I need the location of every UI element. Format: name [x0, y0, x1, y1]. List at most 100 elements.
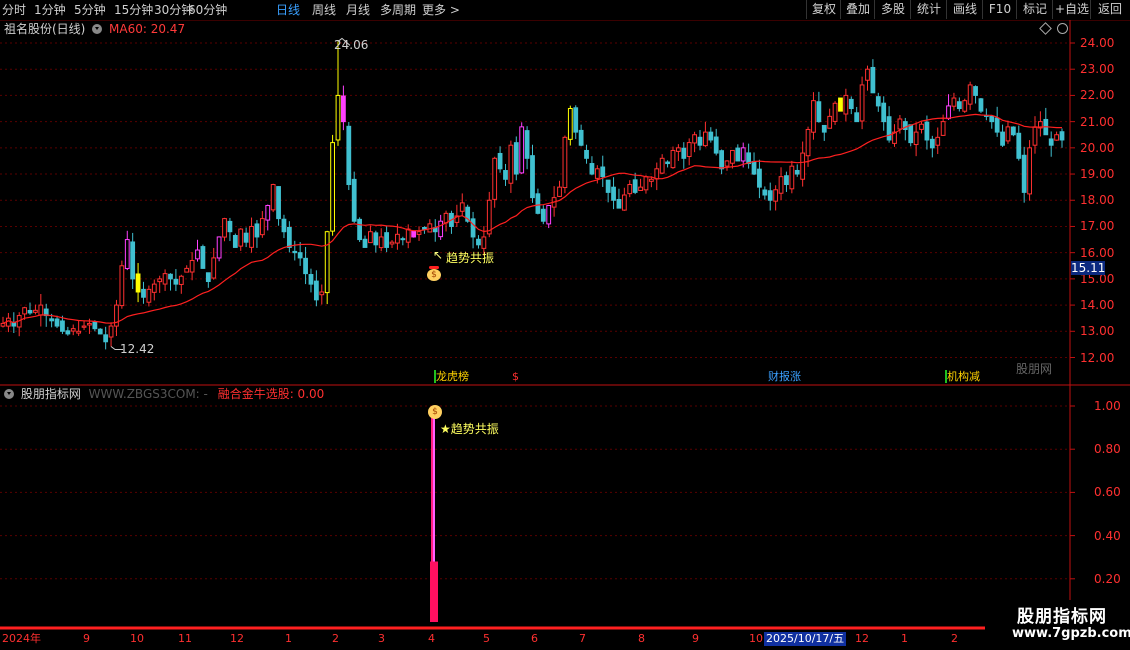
indicator-signal-label: ★趋势共振 — [440, 422, 499, 436]
event-marker-report[interactable]: 财报涨 — [768, 370, 801, 383]
candle-body — [919, 123, 924, 130]
toolbar-button-0[interactable]: 复权 — [806, 0, 841, 19]
candle-body — [476, 238, 481, 246]
candle-body — [773, 189, 779, 202]
ind-y-label-4: 0.20 — [1094, 571, 1121, 586]
candle-body — [503, 170, 508, 180]
candle-body — [956, 101, 962, 110]
tab-timeframe-2[interactable]: 5分钟 — [74, 2, 106, 18]
candle-body — [681, 147, 687, 159]
kline-chart[interactable] — [0, 0, 1130, 650]
candle-body — [697, 136, 703, 146]
indicator-name[interactable]: 股朋指标网 — [21, 387, 81, 401]
candle-body — [103, 334, 109, 343]
candle-body — [173, 278, 179, 285]
candle-body — [119, 265, 125, 307]
candle-body — [886, 116, 892, 141]
candle-body — [692, 134, 697, 144]
diamond-icon[interactable] — [1039, 22, 1052, 35]
tab-timeframe-5[interactable]: 60分钟 — [188, 2, 227, 18]
signal-label: 趋势共振 — [446, 251, 495, 265]
candle-body — [892, 131, 897, 144]
indicator-info-bar: 股朋指标网 WWW.ZBGS3COM: - 融合金牛选股: 0.00 — [4, 385, 324, 403]
x-label-0: 2024年 — [2, 632, 41, 645]
candle-body — [513, 142, 519, 175]
event-marker-dollar[interactable]: $ — [512, 370, 519, 383]
y-label-1: 23.00 — [1080, 62, 1115, 77]
stock-title[interactable]: 祖名股份(日线) — [4, 22, 85, 36]
candle-body — [967, 84, 973, 105]
candle-body — [373, 232, 379, 246]
tab-timeframe-9[interactable]: 多周期 — [380, 2, 416, 18]
x-label-15: 2025/10/17/五 — [764, 632, 847, 646]
ind-y-label-3: 0.40 — [1094, 528, 1121, 543]
candle-body — [627, 184, 633, 195]
toolbar-button-7[interactable]: +自选 — [1052, 0, 1091, 19]
candle-body — [724, 160, 730, 167]
dropdown-icon[interactable] — [92, 24, 103, 34]
candle-body — [222, 218, 227, 238]
candle-body — [665, 161, 670, 165]
candle-body — [800, 152, 806, 180]
event-marker-lhb[interactable]: 龙虎榜 — [434, 370, 469, 383]
candle-body — [481, 236, 487, 249]
toolbar-button-5[interactable]: F10 — [982, 0, 1017, 19]
candle-body — [670, 149, 676, 169]
candle-body — [1048, 138, 1054, 146]
candle-body — [427, 223, 433, 233]
candle-body — [33, 309, 38, 313]
candle-body — [762, 189, 768, 196]
candle-body — [422, 227, 427, 230]
event-marker-inst[interactable]: 机构减 — [945, 370, 980, 383]
tab-timeframe-0[interactable]: 分时 — [2, 2, 26, 18]
candle-body — [162, 273, 168, 285]
candle-body — [438, 220, 444, 238]
candle-body — [54, 318, 60, 327]
candle-body — [60, 320, 65, 332]
x-label-18: 2 — [951, 632, 958, 645]
candle-body — [1010, 126, 1016, 136]
x-label-17: 1 — [901, 632, 908, 645]
candle-body — [76, 330, 82, 334]
candle-body — [368, 231, 373, 244]
candle-body — [281, 218, 287, 233]
candle-body — [184, 267, 190, 273]
y-label-10: 14.00 — [1080, 298, 1115, 313]
y-label-12: 12.00 — [1080, 350, 1115, 365]
tab-timeframe-3[interactable]: 15分钟 — [114, 2, 153, 18]
tab-timeframe-8[interactable]: 月线 — [346, 2, 370, 18]
tab-timeframe-10[interactable]: 更多 > — [422, 2, 460, 18]
candle-body — [870, 66, 876, 94]
toolbar-button-3[interactable]: 统计 — [910, 0, 947, 19]
candle-body — [838, 97, 843, 112]
candle-body — [405, 228, 411, 243]
candle-body — [573, 107, 579, 133]
candle-body — [227, 220, 233, 233]
candle-body — [594, 168, 600, 179]
tab-timeframe-7[interactable]: 周线 — [312, 2, 336, 18]
candle-body — [195, 249, 200, 260]
candle-body — [865, 68, 870, 81]
candle-body — [130, 241, 136, 280]
ma60-line — [2, 113, 1062, 324]
toolbar-button-2[interactable]: 多股 — [874, 0, 911, 19]
candle-body — [859, 84, 865, 122]
tab-timeframe-6[interactable]: 日线 — [276, 2, 300, 18]
candle-body — [848, 98, 854, 110]
candle-body — [6, 317, 11, 327]
tab-timeframe-1[interactable]: 1分钟 — [34, 2, 66, 18]
candle-body — [789, 165, 795, 190]
circle-icon[interactable] — [1057, 23, 1068, 34]
toolbar-button-6[interactable]: 标记 — [1016, 0, 1053, 19]
toolbar-button-4[interactable]: 画线 — [946, 0, 983, 19]
candle-body — [519, 126, 525, 174]
toolbar-button-1[interactable]: 叠加 — [840, 0, 875, 19]
candle-body — [443, 212, 449, 224]
indicator-menu-icon[interactable] — [4, 389, 14, 399]
candle-body — [65, 330, 71, 335]
x-label-10: 6 — [531, 632, 538, 645]
indicator-formula: 融合金牛选股: 0.00 — [217, 387, 325, 401]
toolbar-button-8[interactable]: 返回 — [1090, 0, 1129, 19]
candle-body — [621, 194, 627, 211]
candle-body — [735, 147, 741, 162]
